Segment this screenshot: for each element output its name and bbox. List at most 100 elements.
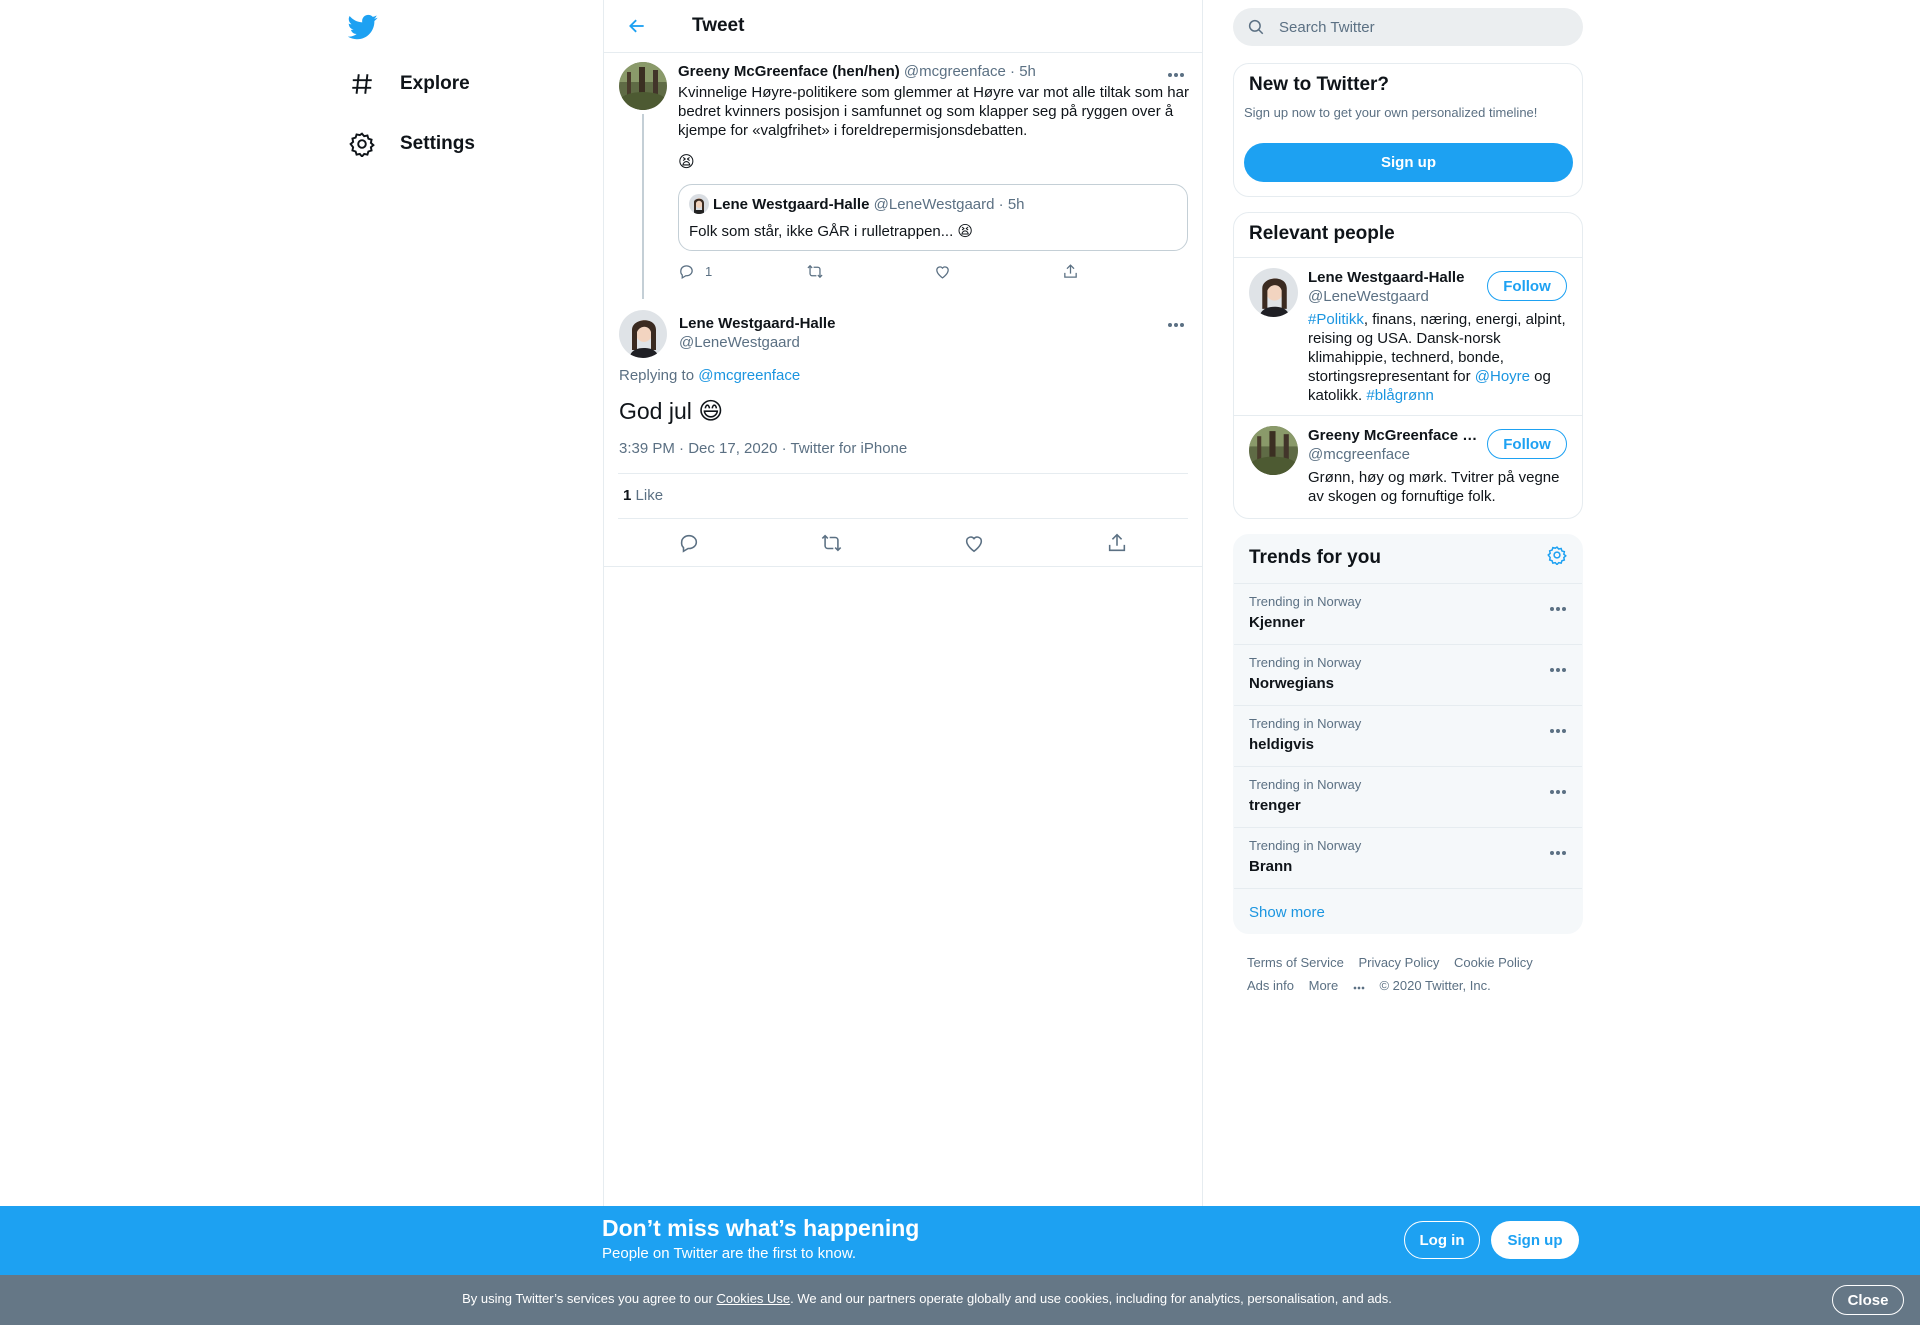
tweet-emoji: 😫 bbox=[678, 154, 695, 171]
mention-link[interactable]: @Hoyre bbox=[1475, 368, 1530, 385]
user-handle[interactable]: @LeneWestgaard bbox=[679, 333, 835, 352]
likes-count: 1 bbox=[623, 487, 632, 504]
signup-banner: Don’t miss what’s happening People on Tw… bbox=[0, 1206, 1920, 1275]
person-name: Greeny McGreenface (hen/hen) bbox=[1308, 427, 1478, 444]
trend-item[interactable]: Trending in Norway Norwegians bbox=[1234, 645, 1582, 706]
nav-item-label: Settings bbox=[400, 133, 475, 154]
user-name[interactable]: Lene Westgaard-Halle bbox=[679, 314, 835, 333]
avatar[interactable] bbox=[619, 310, 667, 358]
reply-icon bbox=[680, 264, 693, 279]
footer-links: Terms of Service Privacy Policy Cookie P… bbox=[1247, 951, 1577, 997]
user-name[interactable]: Greeny McGreenface (hen/hen) bbox=[678, 63, 900, 80]
search-input[interactable] bbox=[1279, 18, 1559, 36]
gear-icon bbox=[348, 130, 376, 158]
follow-button[interactable]: Follow bbox=[1487, 429, 1567, 459]
avatar bbox=[689, 194, 709, 214]
twitter-bird-icon[interactable] bbox=[347, 12, 380, 44]
share-icon bbox=[1108, 533, 1125, 551]
cookie-bar: By using Twitter’s services you agree to… bbox=[0, 1275, 1920, 1325]
footer-link-more[interactable]: More bbox=[1309, 978, 1365, 993]
tweet-meta: 3:39 PM · Dec 17, 2020 · Twitter for iPh… bbox=[618, 440, 1188, 474]
reply-button[interactable] bbox=[669, 523, 709, 563]
avatar[interactable] bbox=[619, 62, 667, 110]
tweet-header: Lene Westgaard-Halle @LeneWestgaard bbox=[618, 303, 1188, 367]
parent-tweet[interactable]: Greeny McGreenface (hen/hen) @mcgreenfac… bbox=[604, 53, 1202, 303]
trend-category: Trending in Norway bbox=[1249, 777, 1362, 792]
trend-name: heldigvis bbox=[1249, 736, 1315, 753]
trend-category: Trending in Norway bbox=[1249, 716, 1362, 731]
search-box[interactable] bbox=[1233, 8, 1583, 46]
focused-tweet: Lene Westgaard-Halle @LeneWestgaard Repl… bbox=[604, 303, 1202, 567]
tweet-timestamp[interactable]: 3:39 PM · Dec 17, 2020 bbox=[619, 440, 777, 457]
trend-item[interactable]: Trending in Norway heldigvis bbox=[1234, 706, 1582, 767]
person-item[interactable]: Follow Greeny McGreenface (hen/hen) @mcg… bbox=[1234, 416, 1582, 516]
retweet-button[interactable] bbox=[806, 261, 934, 281]
like-button[interactable] bbox=[934, 261, 1062, 281]
follow-button[interactable]: Follow bbox=[1487, 271, 1567, 301]
tweet-text: Kvinnelige Høyre-politikere som glemmer … bbox=[678, 84, 1189, 139]
quote-header: Lene Westgaard-Halle @LeneWestgaard · 5h bbox=[689, 194, 1177, 214]
user-info: Lene Westgaard-Halle @LeneWestgaard bbox=[679, 314, 835, 352]
footer-link-ads[interactable]: Ads info bbox=[1247, 978, 1294, 993]
reply-count: 1 bbox=[705, 263, 713, 279]
footer-link-privacy[interactable]: Privacy Policy bbox=[1358, 955, 1439, 970]
more-icon[interactable] bbox=[1549, 599, 1567, 617]
cookie-link[interactable]: Cookies Use bbox=[716, 1291, 790, 1306]
cookie-suffix: . We and our partners operate globally a… bbox=[790, 1291, 1392, 1306]
gear-icon[interactable] bbox=[1547, 545, 1567, 571]
close-button[interactable]: Close bbox=[1832, 1285, 1904, 1315]
avatar[interactable] bbox=[1249, 268, 1298, 317]
footer-link-terms[interactable]: Terms of Service bbox=[1247, 955, 1344, 970]
more-icon[interactable] bbox=[1164, 317, 1188, 333]
cookie-text: By using Twitter’s services you agree to… bbox=[0, 1291, 1854, 1306]
signup-button[interactable]: Sign up bbox=[1491, 1221, 1579, 1259]
hashtag-link[interactable]: #blågrønn bbox=[1366, 387, 1434, 404]
share-icon bbox=[1064, 263, 1077, 278]
nav-item-explore[interactable]: Explore bbox=[340, 60, 478, 108]
more-icon[interactable] bbox=[1549, 721, 1567, 739]
nav-item-settings[interactable]: Settings bbox=[340, 120, 483, 168]
tweet-column: Tweet Greeny McGreenface (hen/hen) @mcgr… bbox=[603, 0, 1203, 1206]
login-button[interactable]: Log in bbox=[1404, 1221, 1480, 1259]
card-title: Trends for you bbox=[1249, 547, 1381, 568]
heart-icon bbox=[966, 535, 983, 552]
signup-button[interactable]: Sign up bbox=[1244, 143, 1573, 182]
card-title: New to Twitter? bbox=[1249, 74, 1390, 95]
quoted-tweet[interactable]: Lene Westgaard-Halle @LeneWestgaard · 5h… bbox=[678, 184, 1188, 251]
person-item[interactable]: Follow Lene Westgaard-Halle @LeneWestgaa… bbox=[1234, 258, 1582, 416]
footer-link-cookies[interactable]: Cookie Policy bbox=[1454, 955, 1533, 970]
more-icon[interactable] bbox=[1549, 660, 1567, 678]
like-button[interactable] bbox=[954, 523, 994, 563]
show-more-link[interactable]: Show more bbox=[1234, 889, 1582, 933]
tweet-text-content: God jul bbox=[619, 398, 692, 424]
share-button[interactable] bbox=[1097, 523, 1137, 563]
relevant-people-card: Relevant people Follow Lene Westgaard-Ha… bbox=[1233, 212, 1583, 519]
avatar[interactable] bbox=[1249, 426, 1298, 475]
heart-icon bbox=[936, 265, 949, 279]
more-icon[interactable] bbox=[1549, 843, 1567, 861]
share-button[interactable] bbox=[1062, 261, 1190, 281]
trend-item[interactable]: Trending in Norway Brann bbox=[1234, 828, 1582, 889]
card-title: Relevant people bbox=[1234, 213, 1582, 258]
replying-prefix: Replying to bbox=[619, 367, 695, 384]
tweet-source: Twitter for iPhone bbox=[790, 440, 908, 457]
trend-name: Brann bbox=[1249, 858, 1293, 875]
retweet-icon bbox=[822, 534, 842, 551]
more-icon[interactable] bbox=[1549, 782, 1567, 800]
hashtag-icon bbox=[348, 70, 376, 98]
retweet-button[interactable] bbox=[812, 523, 852, 563]
back-button[interactable] bbox=[620, 9, 654, 43]
trend-item[interactable]: Trending in Norway trenger bbox=[1234, 767, 1582, 828]
user-handle[interactable]: @mcgreenface bbox=[904, 63, 1006, 80]
tweet-body: Greeny McGreenface (hen/hen) @mcgreenfac… bbox=[678, 62, 1190, 281]
trend-name: Norwegians bbox=[1249, 675, 1335, 692]
likes-summary[interactable]: 1 Like bbox=[618, 474, 1188, 519]
replying-to-link[interactable]: @mcgreenface bbox=[698, 367, 800, 384]
reply-button[interactable]: 1 bbox=[678, 261, 806, 281]
tweet-time[interactable]: · 5h bbox=[1010, 63, 1036, 80]
hashtag-link[interactable]: #Politikk bbox=[1308, 311, 1364, 328]
thread-line bbox=[642, 114, 644, 299]
trend-category: Trending in Norway bbox=[1249, 838, 1362, 853]
quote-user-handle: @LeneWestgaard bbox=[873, 195, 995, 213]
trend-item[interactable]: Trending in Norway Kjenner bbox=[1234, 584, 1582, 645]
